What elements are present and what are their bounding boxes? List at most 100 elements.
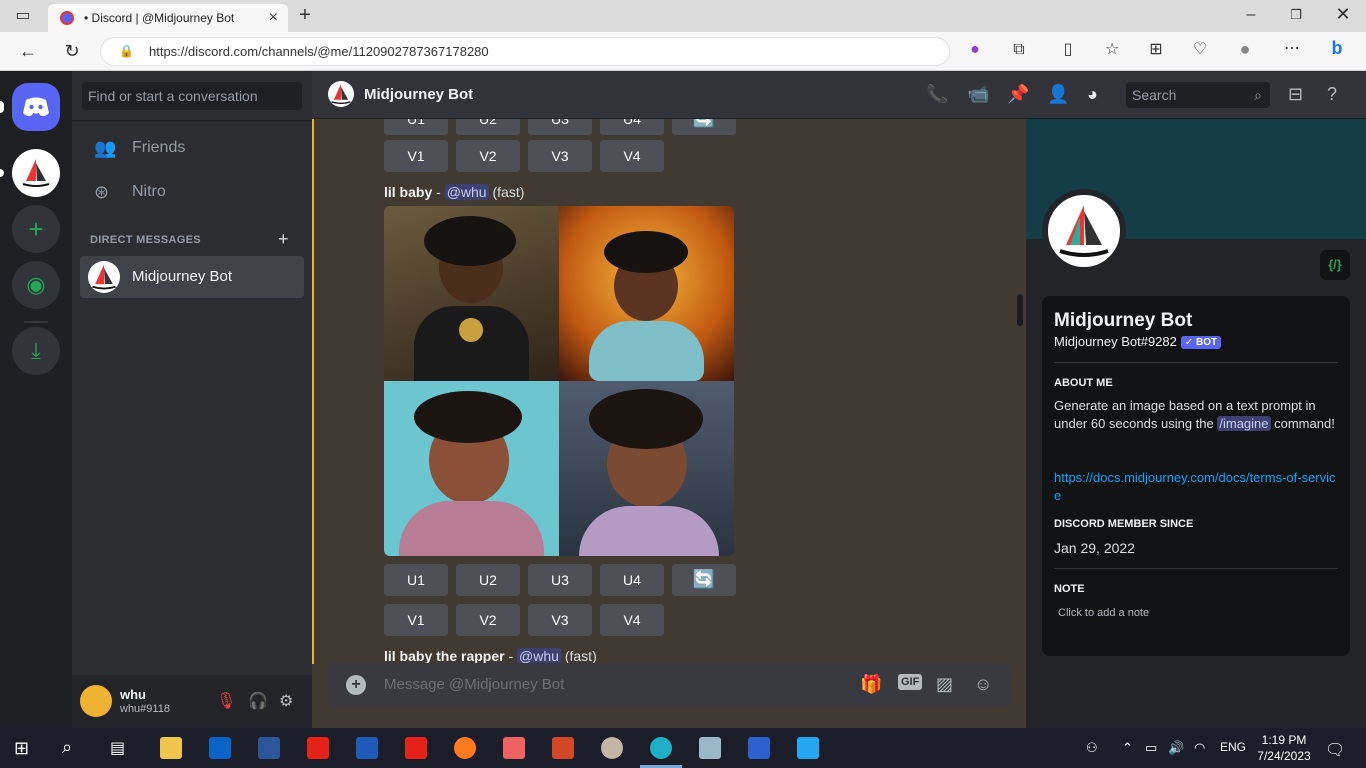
sidebar-item-friends[interactable]: 👥 Friends [80, 127, 304, 169]
add-friend-dm-icon[interactable]: 👤 [1047, 84, 1069, 105]
extensions-puzzle-icon[interactable]: ⧉ [1008, 40, 1030, 60]
dm-item-midjourney-bot[interactable]: Midjourney Bot [80, 256, 304, 298]
upscale-button-prev-3[interactable]: U3 [528, 119, 592, 135]
reroll-icon[interactable]: 🔄 [672, 564, 736, 596]
taskbar-clock[interactable]: 1:19 PM 7/24/2023 [1254, 732, 1314, 764]
note-input[interactable]: Click to add a note [1058, 607, 1149, 619]
variation-button-3[interactable]: V3 [528, 604, 592, 636]
video-call-icon[interactable]: 📹 [967, 84, 989, 105]
user-mention[interactable]: @whu [444, 184, 489, 200]
close-tab-icon[interactable]: × [269, 4, 278, 32]
imagine-command[interactable]: /imagine [1217, 416, 1271, 431]
restore-icon[interactable]: ❐ [1285, 5, 1307, 25]
mute-microphone-icon[interactable]: 🎙 [216, 691, 236, 711]
extension-icon[interactable]: ● [964, 40, 986, 60]
people-icon[interactable]: ⚇ [1086, 740, 1098, 756]
generated-image-grid[interactable] [384, 206, 734, 556]
split-screen-icon[interactable]: ▯ [1057, 40, 1079, 60]
direct-messages-heading: DIRECT MESSAGES [90, 234, 201, 246]
word-icon[interactable] [258, 737, 280, 759]
powerpoint-icon[interactable] [552, 737, 574, 759]
address-bar[interactable]: 🔒 https://discord.com/channels/@me/11209… [100, 37, 950, 66]
scrollbar-thumb[interactable] [1017, 294, 1023, 326]
voice-call-icon[interactable]: 📞 [926, 84, 948, 105]
profile-avatar-icon[interactable]: ● [1234, 39, 1256, 59]
task-view-icon[interactable]: ▤ [110, 738, 125, 758]
tray-chevron-up-icon[interactable]: ⌃ [1122, 740, 1133, 756]
browser-tab-discord[interactable]: • Discord | @Midjourney Bot × [48, 4, 288, 32]
battery-icon[interactable]: ▭ [1145, 740, 1157, 756]
webex-icon[interactable] [748, 737, 770, 759]
gift-icon[interactable]: 🎁 [860, 674, 882, 695]
gif-button[interactable]: GIF [898, 674, 923, 690]
pinned-messages-icon[interactable]: 📌 [1007, 84, 1029, 105]
create-dm-icon[interactable]: + [278, 229, 289, 250]
headphones-icon[interactable]: 🎧 [248, 691, 268, 711]
volume-icon[interactable]: 🔊 [1168, 740, 1184, 756]
upscale-button-prev-2[interactable]: U2 [456, 119, 520, 135]
collections-icon[interactable]: ⊞ [1145, 40, 1167, 60]
upscale-button-4[interactable]: U4 [600, 564, 664, 596]
back-icon[interactable]: ← [17, 41, 39, 61]
message-list[interactable]: U1 U2 U3 U4 🔄 V1 V2 V3 V4 lil baby - @wh… [312, 119, 1026, 728]
vscode-icon[interactable] [797, 737, 819, 759]
upscale-button-prev-4[interactable]: U4 [600, 119, 664, 135]
favorites-icon[interactable]: ☆ [1101, 40, 1123, 60]
performance-icon[interactable]: ♡ [1189, 40, 1211, 60]
refresh-icon[interactable]: ↻ [61, 41, 83, 61]
download-apps-icon[interactable]: ⤓ [12, 327, 60, 375]
inbox-icon[interactable]: ⊟ [1288, 84, 1303, 105]
notifications-icon[interactable]: 🗨 [1325, 740, 1345, 760]
message-composer[interactable]: + Message @Midjourney Bot 🎁 GIF ▨ ☺ [328, 663, 1010, 707]
sidebar-item-nitro[interactable]: ⊛ Nitro [80, 171, 304, 213]
pomodoro-icon[interactable] [503, 737, 525, 759]
help-icon[interactable]: ? [1327, 84, 1337, 105]
variation-button-prev-3[interactable]: V3 [528, 140, 592, 172]
add-server-icon[interactable]: + [12, 205, 60, 253]
firefox-icon[interactable] [454, 737, 476, 759]
start-windows-icon[interactable]: ⊞ [14, 738, 29, 759]
notepad-icon[interactable] [699, 737, 721, 759]
upscale-button-3[interactable]: U3 [528, 564, 592, 596]
bing-icon[interactable]: b [1326, 38, 1348, 58]
new-tab-icon[interactable]: + [294, 5, 316, 25]
discord-home-icon[interactable] [12, 83, 60, 131]
user-mention[interactable]: @whu [517, 648, 561, 664]
language-indicator[interactable]: ENG [1220, 740, 1246, 754]
midjourney-server-icon[interactable] [12, 149, 60, 197]
reroll-icon[interactable]: 🔄 [672, 119, 736, 135]
terms-link[interactable]: https://docs.midjourney.com/docs/terms-o… [1054, 469, 1338, 505]
user-avatar[interactable] [80, 685, 112, 717]
minimize-icon[interactable]: – [1240, 5, 1262, 25]
active-developer-badge-icon[interactable]: {/} [1320, 250, 1350, 280]
paint-icon[interactable] [601, 737, 623, 759]
outlook-icon[interactable] [209, 737, 231, 759]
emoji-icon[interactable]: ☺ [974, 674, 992, 695]
variation-button-4[interactable]: V4 [600, 604, 664, 636]
variation-button-prev-1[interactable]: V1 [384, 140, 448, 172]
user-settings-gear-icon[interactable]: ⚙ [279, 691, 293, 711]
find-conversation-input[interactable]: Find or start a conversation [82, 82, 302, 110]
tab-actions-icon[interactable]: ▭ [12, 6, 34, 26]
user-profile-icon[interactable]: ◕ [1087, 84, 1098, 105]
header-search-input[interactable]: Search ⌕ [1126, 82, 1270, 108]
taskbar-search-icon[interactable]: ⌕ [62, 737, 72, 758]
variation-button-prev-2[interactable]: V2 [456, 140, 520, 172]
app-icon[interactable] [356, 737, 378, 759]
attach-plus-icon[interactable]: + [346, 675, 366, 695]
upscale-button-1[interactable]: U1 [384, 564, 448, 596]
upscale-button-prev-1[interactable]: U1 [384, 119, 448, 135]
youtube-icon[interactable] [307, 737, 329, 759]
sticker-icon[interactable]: ▨ [936, 674, 953, 695]
variation-button-2[interactable]: V2 [456, 604, 520, 636]
close-window-icon[interactable]: ✕ [1332, 4, 1354, 24]
youtube-icon-2[interactable] [405, 737, 427, 759]
variation-button-1[interactable]: V1 [384, 604, 448, 636]
upscale-button-2[interactable]: U2 [456, 564, 520, 596]
wifi-icon[interactable]: ◠ [1194, 740, 1205, 756]
explore-compass-icon[interactable]: ◉ [12, 261, 60, 309]
file-explorer-icon[interactable] [160, 737, 182, 759]
variation-button-prev-4[interactable]: V4 [600, 140, 664, 172]
edge-icon[interactable] [650, 737, 672, 759]
more-menu-icon[interactable]: ⋯ [1281, 39, 1303, 59]
